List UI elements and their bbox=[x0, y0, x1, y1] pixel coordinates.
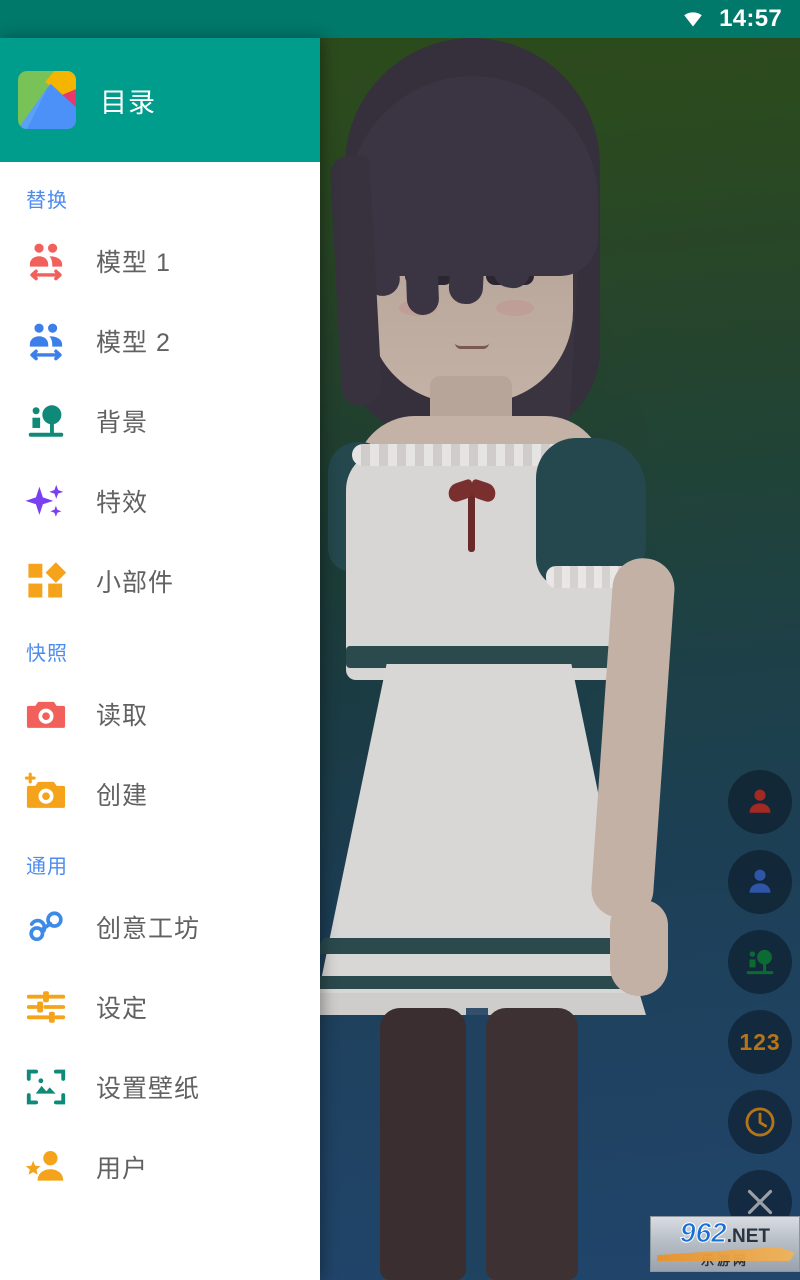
watermark-brand: 962 bbox=[680, 1217, 728, 1248]
menu-item-settings[interactable]: 设定 bbox=[0, 967, 320, 1047]
close-icon bbox=[747, 1189, 773, 1215]
status-bar: 14:57 bbox=[0, 0, 800, 38]
character-model[interactable] bbox=[310, 38, 730, 1280]
character-mouth bbox=[455, 343, 489, 349]
menu-label: 创意工坊 bbox=[96, 915, 201, 943]
menu-label: 背景 bbox=[96, 409, 149, 437]
counter-fab[interactable]: 123 bbox=[728, 1010, 792, 1074]
menu-item-effects[interactable]: 特效 bbox=[0, 461, 320, 541]
camera-icon bbox=[26, 701, 66, 728]
menu-label: 设置壁纸 bbox=[96, 1075, 201, 1103]
menu-label: 模型 1 bbox=[96, 249, 171, 277]
menu-label: 小部件 bbox=[96, 569, 175, 597]
section-header-replace: 替换 bbox=[26, 190, 68, 212]
watermark-suffix: .NET bbox=[726, 1226, 770, 1247]
menu-label: 特效 bbox=[96, 489, 149, 517]
play-store-icon bbox=[18, 71, 76, 129]
people-swap-icon bbox=[29, 243, 63, 281]
people-swap-icon bbox=[29, 323, 63, 361]
character-skirt-stripe bbox=[314, 976, 644, 989]
menu-item-create-snapshot[interactable]: 创建 bbox=[0, 754, 320, 834]
drawer-header: 目录 bbox=[0, 38, 320, 162]
menu-item-workshop[interactable]: 创意工坊 bbox=[0, 887, 320, 967]
watermark-wordmark: 962 .NET bbox=[680, 1217, 770, 1248]
person-icon bbox=[749, 869, 771, 893]
menu-label: 模型 2 bbox=[96, 329, 171, 357]
model-2-fab[interactable] bbox=[728, 850, 792, 914]
sparkles-icon bbox=[25, 484, 64, 517]
model-1-fab[interactable] bbox=[728, 770, 792, 834]
fab-rail: 123 bbox=[728, 770, 792, 1234]
steam-icon bbox=[29, 911, 63, 942]
camera-add-icon bbox=[24, 772, 66, 808]
menu-label: 设定 bbox=[96, 995, 149, 1023]
user-star-icon bbox=[25, 1151, 64, 1181]
sliders-icon bbox=[26, 991, 66, 1023]
character-blush-right bbox=[496, 300, 534, 316]
character-skirt-stripe bbox=[314, 938, 644, 954]
wallpaper-icon bbox=[26, 1069, 66, 1105]
character-ribbon-tail bbox=[468, 488, 475, 552]
menu-label: 创建 bbox=[96, 782, 149, 810]
park-tree-icon bbox=[746, 949, 774, 975]
character-leg-right bbox=[486, 1008, 578, 1280]
character-leg-left bbox=[380, 1008, 466, 1280]
character-leg-gap bbox=[466, 1008, 488, 1280]
navigation-drawer: 目录 替换 模型 1 模型 2 背景 特效 小部件 快照 读取 创建 通用 创意… bbox=[0, 38, 320, 1280]
wifi-icon bbox=[684, 12, 702, 27]
clock-icon bbox=[745, 1107, 775, 1137]
section-header-general: 通用 bbox=[26, 856, 68, 878]
park-tree-icon bbox=[28, 405, 64, 437]
menu-item-load-snapshot[interactable]: 读取 bbox=[0, 674, 320, 754]
status-bar-clock: 14:57 bbox=[719, 5, 782, 32]
menu-item-background[interactable]: 背景 bbox=[0, 381, 320, 461]
character-bang-strand bbox=[448, 229, 486, 305]
character-bang-strand bbox=[404, 232, 440, 316]
number-icon: 123 bbox=[739, 1028, 781, 1055]
clock-fab[interactable] bbox=[728, 1090, 792, 1154]
menu-item-model-2[interactable]: 模型 2 bbox=[0, 301, 320, 381]
menu-item-widgets[interactable]: 小部件 bbox=[0, 541, 320, 621]
menu-item-set-wallpaper[interactable]: 设置壁纸 bbox=[0, 1047, 320, 1127]
site-watermark: 962 .NET 乐游网 bbox=[650, 1216, 800, 1272]
section-header-snapshot: 快照 bbox=[26, 643, 68, 665]
background-fab[interactable] bbox=[728, 930, 792, 994]
menu-item-model-1[interactable]: 模型 1 bbox=[0, 221, 320, 301]
menu-label: 读取 bbox=[96, 702, 149, 730]
drawer-menu: 替换 模型 1 模型 2 背景 特效 小部件 快照 读取 创建 通用 创意工坊 … bbox=[0, 162, 320, 1207]
app-root: 14:57 目录 替换 模型 1 模型 2 背景 特效 小部件 快照 读取 创建… bbox=[0, 0, 800, 1280]
menu-label: 用户 bbox=[96, 1155, 149, 1183]
character-hand-right bbox=[610, 900, 668, 996]
person-icon bbox=[749, 789, 771, 813]
widgets-icon bbox=[28, 562, 67, 598]
menu-item-user[interactable]: 用户 bbox=[0, 1127, 320, 1207]
drawer-title: 目录 bbox=[100, 87, 156, 118]
